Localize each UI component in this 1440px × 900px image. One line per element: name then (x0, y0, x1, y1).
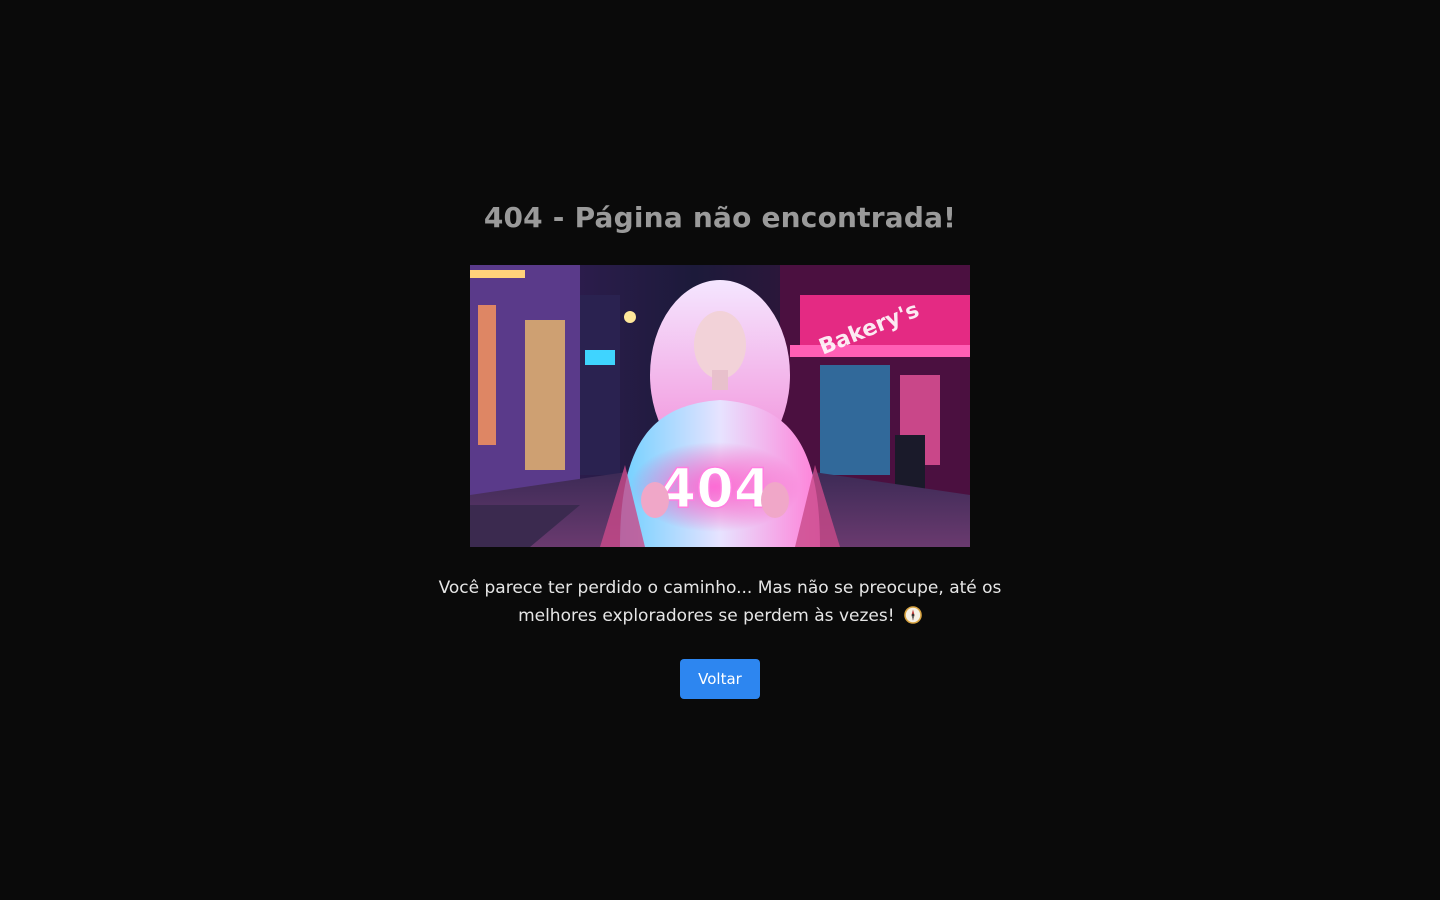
compass-icon (904, 605, 922, 624)
error-message-line-2: melhores exploradores se perdem às vezes… (518, 606, 895, 626)
not-found-page: 404 - Página não encontrada! Bakery's 40… (0, 0, 1440, 900)
error-message: Você parece ter perdido o caminho... Mas… (400, 574, 1040, 630)
neon-404-sign: 404 (659, 457, 772, 520)
back-button[interactable]: Voltar (680, 659, 760, 699)
error-message-line-1: Você parece ter perdido o caminho... Mas… (438, 578, 1002, 598)
page-title: 404 - Página não encontrada! (483, 201, 957, 234)
hero-image: Bakery's 404 (470, 265, 970, 547)
